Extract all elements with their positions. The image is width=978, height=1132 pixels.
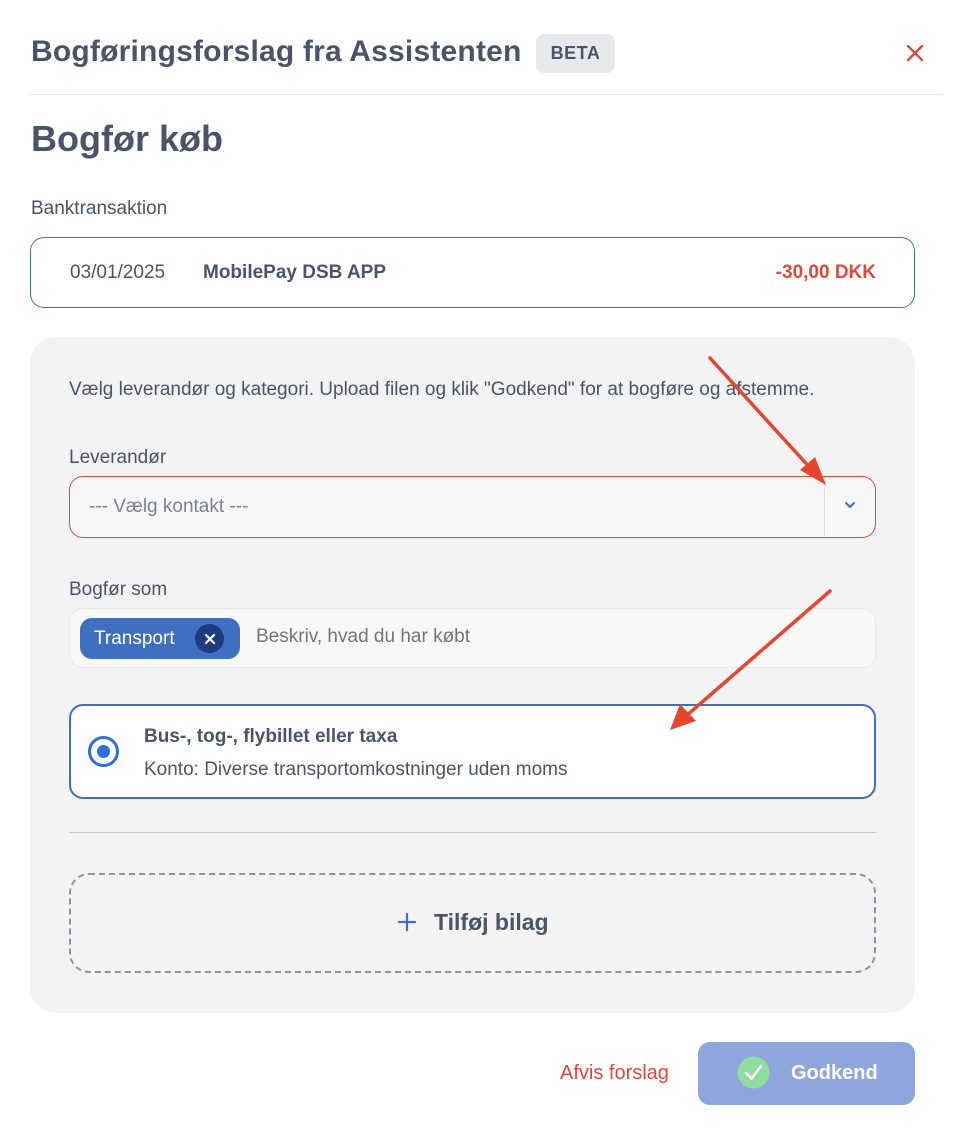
transaction-date: 03/01/2025 (70, 262, 166, 283)
category-tag-input[interactable]: Transport (69, 608, 876, 668)
chevron-down-icon[interactable] (842, 497, 858, 513)
check-circle-icon (736, 1055, 771, 1090)
remove-chip-icon[interactable] (195, 624, 224, 653)
dialog-header: Bogføringsforslag fra Assistenten BETA (30, 0, 942, 95)
reject-suggestion-link[interactable]: Afvis forslag (560, 1062, 669, 1085)
option-title: Bus-, tog-, flybillet eller taxa (144, 726, 398, 747)
approve-button[interactable]: Godkend (698, 1042, 915, 1105)
describe-purchase-input[interactable] (256, 626, 846, 648)
approve-label: Godkend (791, 1062, 878, 1084)
transaction-amount: -30,00 DKK (775, 262, 876, 283)
close-icon[interactable] (902, 40, 928, 66)
chip-label: Transport (94, 628, 175, 649)
divider (69, 832, 876, 833)
option-account: Konto: Diverse transportomkostninger ude… (144, 759, 568, 780)
dialog-title: Bogføringsforslag fra Assistenten (31, 35, 522, 68)
category-option-transport[interactable]: Bus-, tog-, flybillet eller taxa Konto: … (69, 704, 876, 799)
supplier-label: Leverandør (69, 447, 167, 468)
add-attachment-label: Tilføj bilag (434, 909, 549, 935)
supplier-placeholder: --- Vælg kontakt --- (89, 496, 249, 517)
radio-selected[interactable] (88, 736, 119, 767)
post-as-label: Bogfør som (69, 579, 168, 600)
instructions-text: Vælg leverandør og kategori. Upload file… (69, 379, 815, 400)
select-divider (824, 477, 825, 536)
booking-form-panel: Vælg leverandør og kategori. Upload file… (30, 337, 915, 1013)
bank-transaction-card: 03/01/2025 MobilePay DSB APP -30,00 DKK (30, 237, 915, 308)
bank-transaction-label: Banktransaktion (31, 198, 168, 219)
plus-icon (397, 912, 417, 932)
category-chip-transport: Transport (80, 618, 240, 659)
add-attachment-dropzone[interactable]: Tilføj bilag (69, 873, 876, 973)
beta-badge: BETA (536, 34, 615, 73)
supplier-select[interactable]: --- Vælg kontakt --- (69, 476, 876, 538)
page-heading: Bogfør køb (31, 118, 223, 159)
transaction-description: MobilePay DSB APP (203, 262, 387, 283)
